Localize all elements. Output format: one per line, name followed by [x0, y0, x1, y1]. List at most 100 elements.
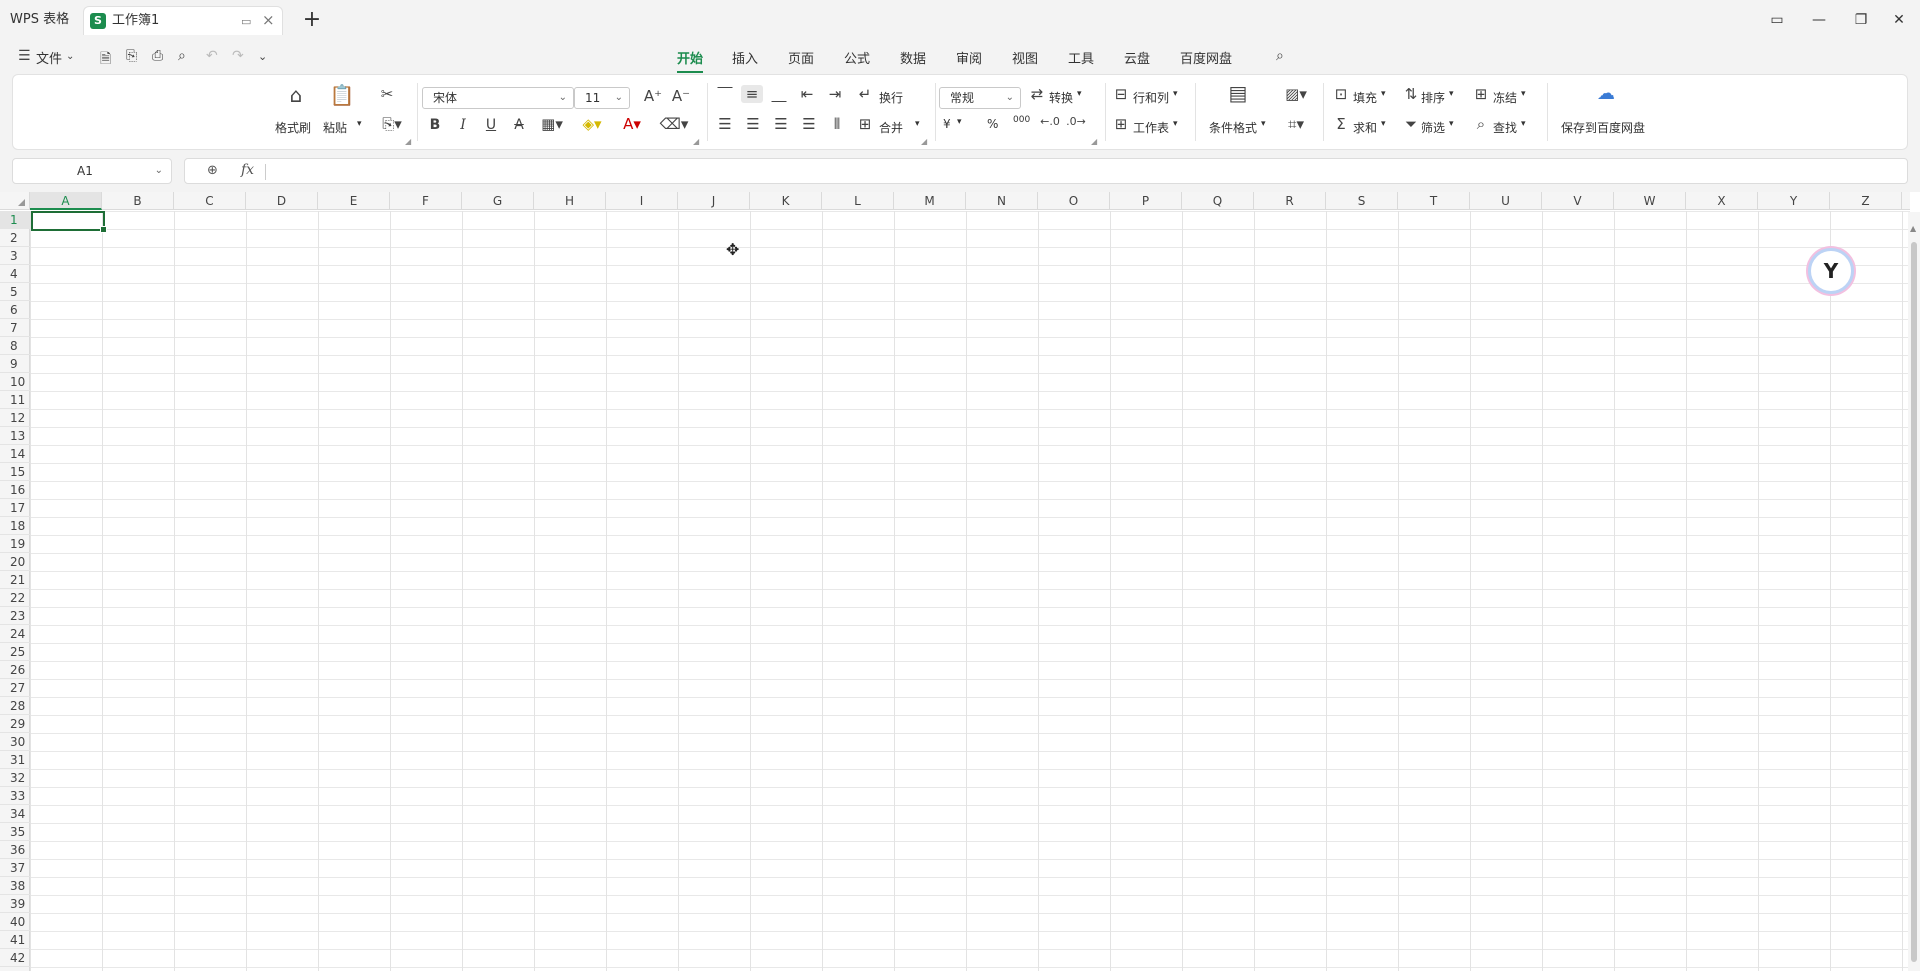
sum-chevron-icon[interactable]: ▾ — [1381, 119, 1386, 129]
row-header[interactable]: 34 — [0, 805, 30, 823]
tab-review[interactable]: 审阅 — [956, 48, 982, 67]
copy-icon[interactable]: ⎘▾ — [375, 115, 409, 133]
fill-button[interactable]: 填充 — [1353, 89, 1377, 106]
strikethrough-icon[interactable]: A — [511, 117, 527, 133]
close-window-button[interactable]: ✕ — [1884, 6, 1914, 34]
search-icon[interactable]: ⌕ — [1276, 48, 1284, 64]
app-tab[interactable]: WPS 表格 — [0, 6, 79, 34]
column-header[interactable]: N — [966, 192, 1038, 210]
merge-chevron-icon[interactable]: ▾ — [915, 119, 920, 129]
row-header[interactable]: 21 — [0, 571, 30, 589]
wrap-text-button[interactable]: 换行 — [879, 89, 903, 106]
tab-tools[interactable]: 工具 — [1068, 48, 1094, 67]
print-preview-icon[interactable]: ⌕ — [178, 48, 186, 64]
row-header[interactable]: 14 — [0, 445, 30, 463]
font-size-select[interactable]: 11 ⌄ — [574, 87, 630, 109]
active-cell[interactable] — [31, 211, 107, 233]
italic-icon[interactable]: I — [455, 117, 471, 133]
column-header[interactable]: X — [1686, 192, 1758, 210]
print-icon[interactable]: ⎙ — [152, 48, 163, 64]
row-header[interactable]: 23 — [0, 607, 30, 625]
decrease-font-icon[interactable]: A⁻ — [671, 87, 691, 105]
row-header[interactable]: 29 — [0, 715, 30, 733]
increase-indent-icon[interactable]: ⇥ — [825, 85, 845, 103]
clear-format-icon[interactable]: ⌫▾ — [657, 115, 691, 133]
monitor-icon[interactable]: ▭ — [241, 15, 251, 28]
chevron-down-icon[interactable]: ⌄ — [66, 51, 74, 62]
column-header[interactable]: W — [1614, 192, 1686, 210]
conditional-format-chevron-icon[interactable]: ▾ — [1261, 119, 1266, 129]
column-header[interactable]: D — [246, 192, 318, 210]
increase-decimal-icon[interactable]: ←.0 — [1039, 115, 1061, 128]
column-header[interactable]: O — [1038, 192, 1110, 210]
row-header[interactable]: 8 — [0, 337, 30, 355]
row-header[interactable]: 2 — [0, 229, 30, 247]
row-header[interactable]: 7 — [0, 319, 30, 337]
number-format-select[interactable]: 常规 ⌄ — [939, 87, 1021, 109]
find-chevron-icon[interactable]: ▾ — [1521, 119, 1526, 129]
currency-chevron-icon[interactable]: ▾ — [957, 117, 962, 127]
align-right-icon[interactable]: ☰ — [771, 115, 791, 133]
filter-button[interactable]: 筛选 — [1421, 119, 1445, 136]
align-bottom-icon[interactable]: ⎽ — [769, 85, 789, 103]
crop-icon[interactable]: ⌗▾ — [1279, 115, 1313, 133]
row-header[interactable]: 40 — [0, 913, 30, 931]
align-center-icon[interactable]: ☰ — [743, 115, 763, 133]
column-header[interactable]: G — [462, 192, 534, 210]
fill-chevron-icon[interactable]: ▾ — [1381, 89, 1386, 99]
new-tab-button[interactable]: + — [300, 6, 324, 34]
row-header[interactable]: 15 — [0, 463, 30, 481]
column-header[interactable]: A — [30, 192, 102, 210]
sort-button[interactable]: 排序 — [1421, 89, 1445, 106]
convert-chevron-icon[interactable]: ▾ — [1077, 89, 1082, 99]
fill-color-icon[interactable]: ◈▾ — [577, 115, 607, 133]
column-header[interactable]: U — [1470, 192, 1542, 210]
row-header[interactable]: 24 — [0, 625, 30, 643]
save-icon[interactable]: 🗎 — [100, 48, 111, 72]
assistant-float-icon[interactable]: Y — [1808, 248, 1854, 294]
row-header[interactable]: 41 — [0, 931, 30, 949]
row-header[interactable]: 20 — [0, 553, 30, 571]
tab-view[interactable]: 视图 — [1012, 48, 1038, 67]
row-header[interactable]: 19 — [0, 535, 30, 553]
row-header[interactable]: 5 — [0, 283, 30, 301]
align-middle-icon[interactable]: ≡ — [741, 85, 763, 103]
row-header[interactable]: 6 — [0, 301, 30, 319]
column-header[interactable]: K — [750, 192, 822, 210]
undo-icon[interactable]: ↶ — [206, 48, 218, 64]
row-header[interactable]: 33 — [0, 787, 30, 805]
column-header[interactable]: R — [1254, 192, 1326, 210]
freeze-button[interactable]: 冻结 — [1493, 89, 1517, 106]
row-header[interactable]: 4 — [0, 265, 30, 283]
column-header[interactable]: Z — [1830, 192, 1902, 210]
row-header[interactable]: 17 — [0, 499, 30, 517]
share-icon[interactable]: ⎘ — [126, 48, 137, 64]
currency-button[interactable]: ¥ — [943, 117, 951, 131]
menu-icon[interactable]: ☰ — [18, 48, 31, 64]
column-header[interactable]: M — [894, 192, 966, 210]
tab-insert[interactable]: 插入 — [732, 48, 758, 67]
column-header[interactable]: F — [390, 192, 462, 210]
column-header[interactable]: B — [102, 192, 174, 210]
column-header[interactable]: Q — [1182, 192, 1254, 210]
scroll-up-icon[interactable]: ▲ — [1910, 224, 1916, 233]
column-header[interactable]: S — [1326, 192, 1398, 210]
merge-button[interactable]: 合并 — [879, 119, 903, 136]
row-header[interactable]: 9 — [0, 355, 30, 373]
formula-input[interactable]: ⊕ fx — [184, 158, 1908, 184]
thousands-button[interactable]: 000 — [1013, 115, 1030, 125]
font-expand-icon[interactable]: ◢ — [693, 137, 699, 146]
tab-cloud[interactable]: 云盘 — [1124, 48, 1150, 67]
paste-chevron-icon[interactable]: ▾ — [357, 119, 362, 129]
document-tab[interactable]: S 工作簿1 ▭ × — [83, 6, 283, 35]
tab-data[interactable]: 数据 — [900, 48, 926, 67]
row-header[interactable]: 12 — [0, 409, 30, 427]
row-header[interactable]: 1 — [0, 211, 30, 229]
distributed-icon[interactable]: ⫴ — [827, 115, 847, 133]
redo-icon[interactable]: ↷ — [232, 48, 244, 64]
row-header[interactable]: 18 — [0, 517, 30, 535]
percent-button[interactable]: % — [987, 117, 998, 131]
cell-area[interactable] — [30, 211, 1910, 971]
sort-chevron-icon[interactable]: ▾ — [1449, 89, 1454, 99]
borders-icon[interactable]: ▦▾ — [537, 115, 567, 133]
